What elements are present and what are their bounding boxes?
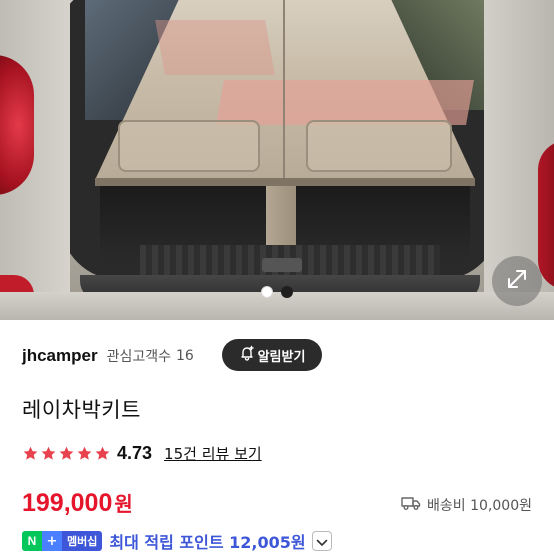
rating-stars: [22, 445, 111, 462]
followers-count: 16: [176, 348, 194, 364]
npay-membership-badge: N + 멤버십: [22, 531, 103, 551]
alarm-button-label: 알림받기: [257, 349, 306, 365]
bell-plus-icon: [239, 345, 255, 365]
points-expand-button[interactable]: [311, 531, 332, 551]
points-row: N + 멤버십 최대 적립 포인트 12,005원: [22, 530, 332, 552]
deck-seam: [283, 0, 285, 180]
sunlight-patch: [216, 80, 474, 125]
product-image[interactable]: [0, 0, 554, 320]
followers-label: 관심고객수: [106, 349, 171, 365]
shipping-info: 배송비 10,000원: [401, 494, 532, 516]
storage-lid-right: [306, 120, 452, 172]
star-icon: [76, 445, 93, 462]
alarm-subscribe-button[interactable]: 알림받기: [222, 339, 322, 371]
storage-lid-left: [118, 120, 260, 172]
star-icon: [94, 445, 111, 462]
sunlight-patch: [155, 20, 275, 75]
star-icon: [22, 445, 39, 462]
carousel-dot[interactable]: [261, 286, 273, 298]
expand-image-button[interactable]: [492, 256, 542, 306]
rating-row: 4.73 15건 리뷰 보기: [22, 441, 262, 465]
review-link[interactable]: 15건 리뷰 보기: [164, 443, 262, 464]
price-value: 199,000: [22, 489, 113, 517]
carousel-indicator: [0, 286, 554, 302]
seller-name[interactable]: jhcamper: [22, 346, 98, 366]
seller-row: jhcamper 관심고객수 16: [22, 340, 194, 372]
delivery-truck-icon: [401, 495, 421, 515]
star-icon: [58, 445, 75, 462]
price-row: 199,000 원: [22, 488, 133, 522]
shipping-text: 배송비 10,000원: [427, 498, 532, 514]
taillight-left: [0, 55, 34, 195]
expand-icon: [504, 266, 530, 296]
price-unit: 원: [114, 492, 133, 516]
membership-label: 멤버십: [62, 531, 103, 551]
product-title: 레이차박키트: [22, 398, 141, 422]
deck-edge: [95, 178, 475, 186]
rating-value: 4.73: [117, 442, 153, 463]
npay-n-logo: N: [22, 531, 42, 551]
carousel-dot-active[interactable]: [281, 286, 293, 298]
star-icon: [40, 445, 57, 462]
trunk-latch: [262, 258, 302, 272]
chevron-down-icon: [316, 532, 328, 551]
taillight-right: [538, 140, 554, 290]
max-points-text: 최대 적립 포인트 12,005원: [109, 533, 306, 552]
npay-plus-logo: +: [42, 531, 62, 551]
